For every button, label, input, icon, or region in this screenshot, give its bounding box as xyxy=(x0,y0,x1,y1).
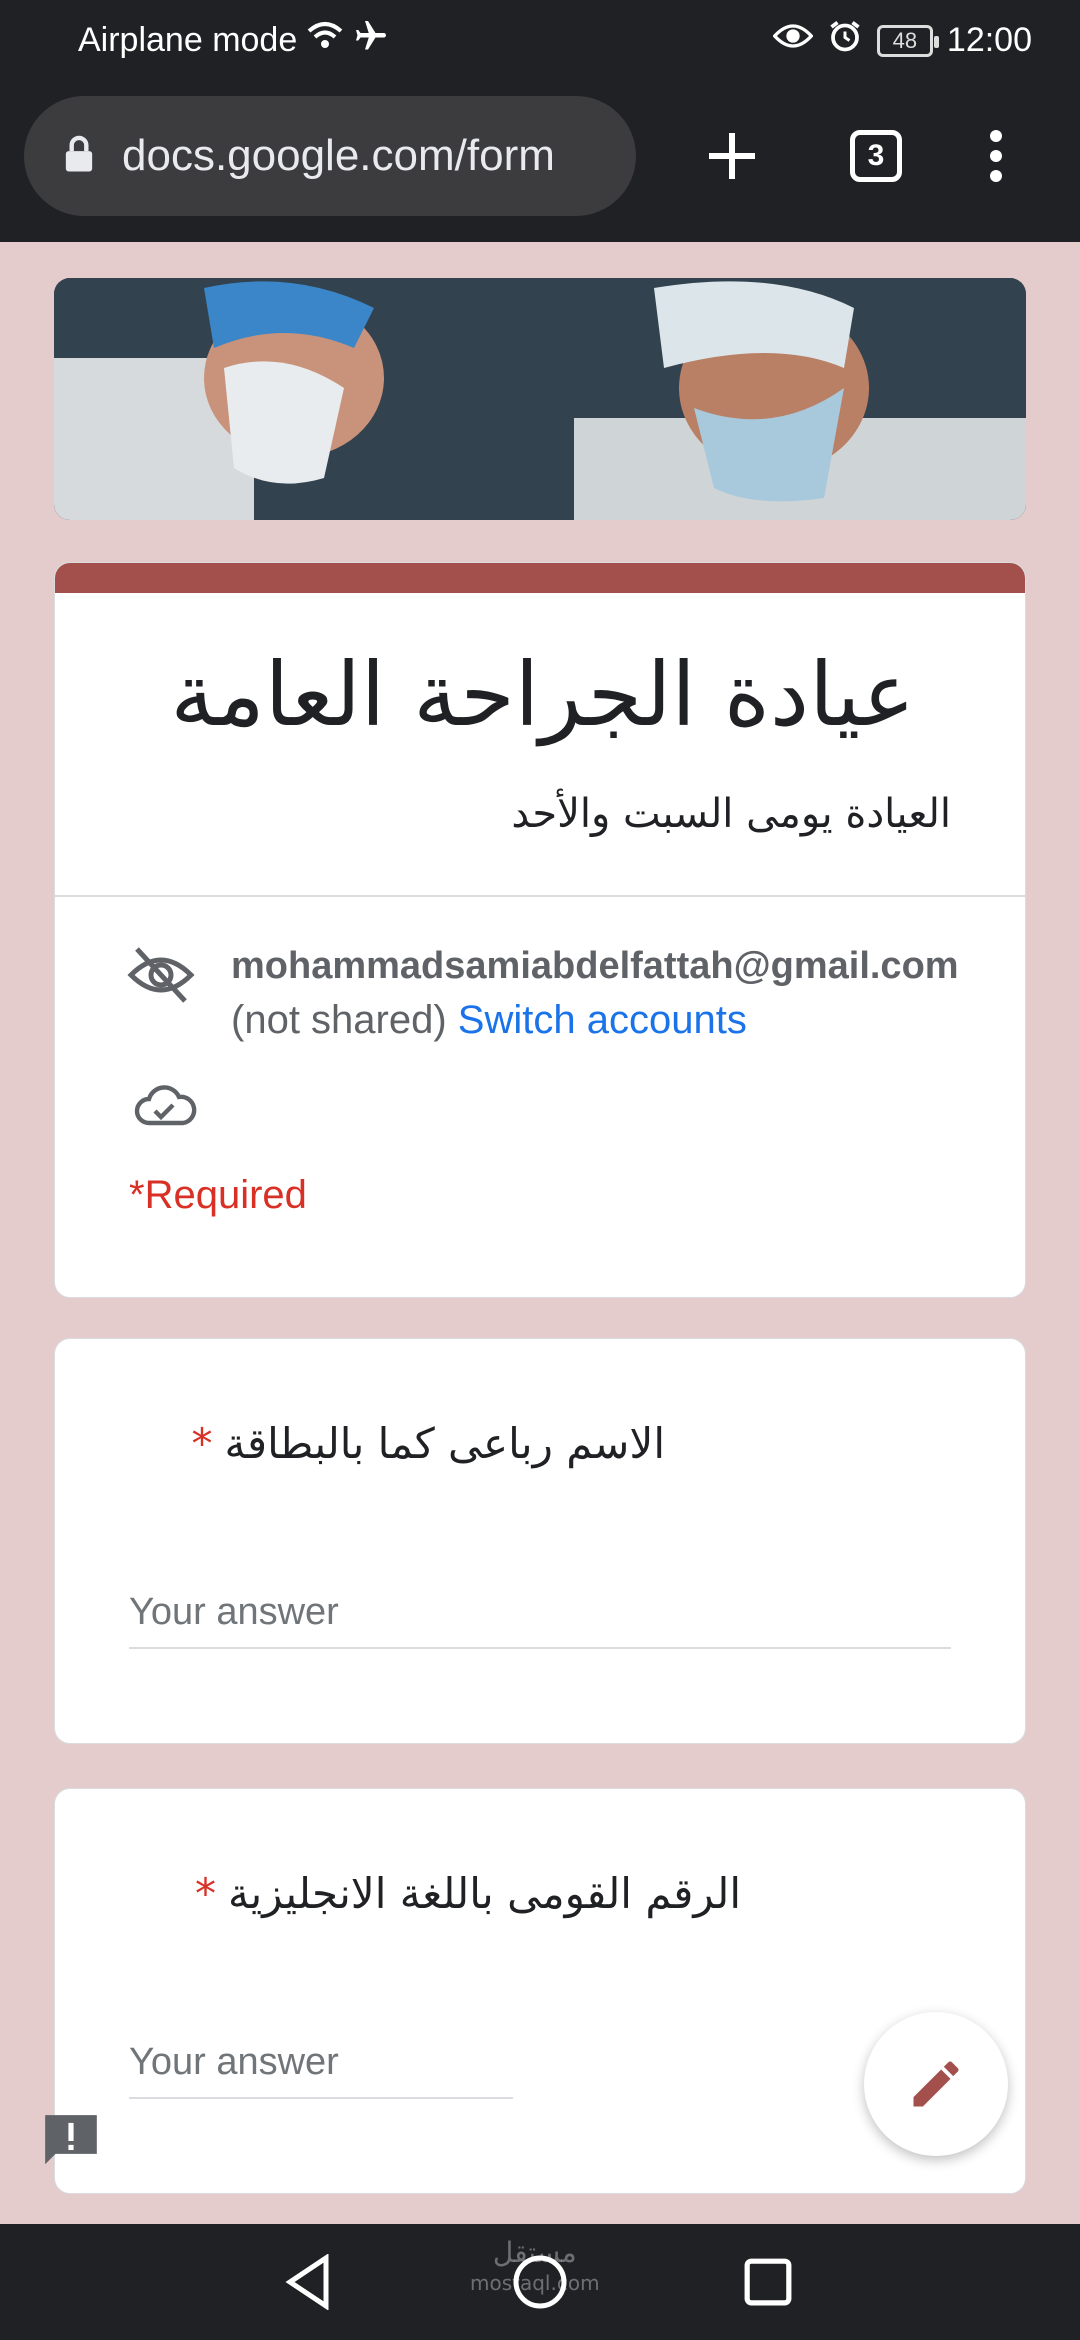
answer-input[interactable]: Your answer xyxy=(129,2029,513,2099)
alarm-icon xyxy=(827,18,863,63)
question-card-national-id: الرقم القومى باللغة الانجليزية* Your ans… xyxy=(54,1788,1026,2194)
not-shared-eye-off-icon xyxy=(127,945,195,1043)
form-header-card: عيادة الجراحة العامة العيادة يومى السبت … xyxy=(54,562,1026,1298)
airplane-icon xyxy=(353,18,389,63)
status-bar: Airplane mode 48 12:00 xyxy=(0,0,1080,76)
url-text: docs.google.com/form xyxy=(122,131,555,180)
recents-icon xyxy=(744,2258,792,2306)
accent-bar xyxy=(55,563,1025,593)
menu-icon xyxy=(990,130,1002,182)
account-info: mohammadsamiabdelfattah@gmail.com (not s… xyxy=(127,945,959,1043)
back-icon xyxy=(285,2254,329,2310)
question-label: الرقم القومى باللغة الانجليزية xyxy=(228,1869,741,1918)
airplane-mode-label: Airplane mode xyxy=(78,21,298,59)
battery-icon: 48 xyxy=(876,24,939,57)
divider xyxy=(55,895,1025,897)
new-tab-icon xyxy=(709,133,755,179)
form-page: عيادة الجراحة العامة العيادة يومى السبت … xyxy=(0,242,1080,2224)
form-description: العيادة يومى السبت والأحد xyxy=(511,791,951,837)
cloud-saved-icon xyxy=(133,1083,197,1136)
watermark-arabic: مستقل xyxy=(492,2236,577,2269)
pencil-icon xyxy=(913,2061,959,2107)
required-asterisk: * xyxy=(195,1869,217,1918)
feedback-button[interactable] xyxy=(40,2110,102,2172)
answer-input[interactable]: Your answer xyxy=(129,1579,951,1649)
edit-fab-button[interactable] xyxy=(864,2012,1008,2156)
recents-button[interactable] xyxy=(738,2252,798,2312)
status-left: Airplane mode xyxy=(78,18,389,63)
clock: 12:00 xyxy=(946,21,1032,59)
tab-switcher-button[interactable]: 3 xyxy=(836,116,916,196)
new-tab-button[interactable] xyxy=(692,116,772,196)
system-navigation-bar: مستقل mostaql.com xyxy=(0,2224,1080,2340)
form-title: عيادة الجراحة العامة xyxy=(170,643,915,746)
switch-accounts-link[interactable]: Switch accounts xyxy=(458,998,747,1042)
question-card-name: الاسم رباعى كما بالبطاقة* Your answer xyxy=(54,1338,1026,1744)
account-email: mohammadsamiabdelfattah@gmail.com xyxy=(231,945,959,987)
not-shared-label: (not shared) xyxy=(231,998,447,1042)
question-title: الرقم القومى باللغة الانجليزية* xyxy=(195,1869,741,1918)
wifi-icon xyxy=(305,19,345,62)
status-right: 48 12:00 xyxy=(772,18,1032,63)
watermark-latin: mostaql.com xyxy=(470,2271,600,2295)
eye-icon xyxy=(772,21,814,60)
browser-toolbar: docs.google.com/form 3 xyxy=(0,76,1080,242)
required-asterisk: * xyxy=(191,1419,213,1468)
lock-icon xyxy=(64,135,94,178)
feedback-icon xyxy=(45,2115,97,2165)
required-note: *Required xyxy=(129,1173,307,1217)
header-image xyxy=(54,278,1026,520)
address-bar[interactable]: docs.google.com/form xyxy=(24,96,636,216)
tab-switcher-icon: 3 xyxy=(850,130,902,182)
watermark: مستقل mostaql.com xyxy=(470,2238,600,2298)
question-label: الاسم رباعى كما بالبطاقة xyxy=(224,1419,665,1468)
menu-button[interactable] xyxy=(956,116,1036,196)
back-button[interactable] xyxy=(278,2252,338,2312)
question-title: الاسم رباعى كما بالبطاقة* xyxy=(191,1419,665,1468)
